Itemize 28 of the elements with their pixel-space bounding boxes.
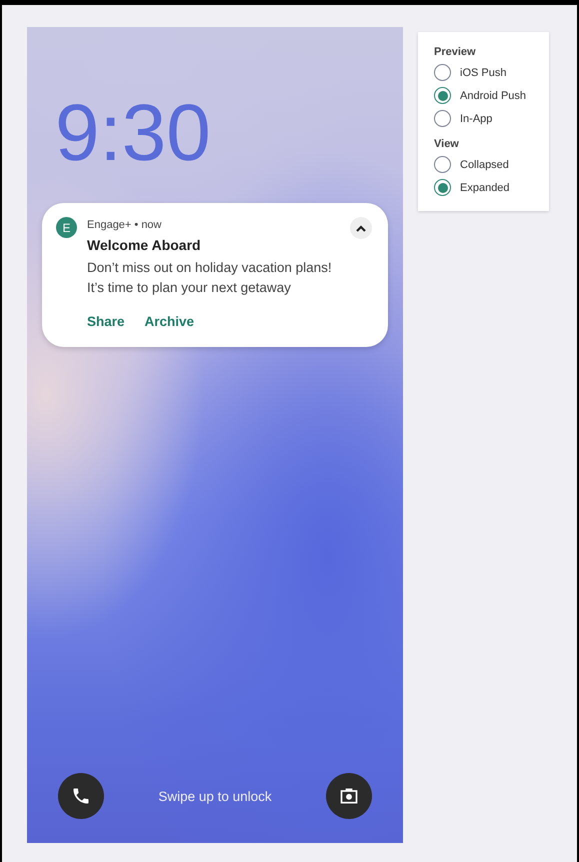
unlock-hint: Swipe up to unlock bbox=[158, 788, 272, 804]
radio-option[interactable]: iOS Push bbox=[434, 61, 537, 84]
chevron-icon bbox=[355, 224, 367, 232]
notification-title: Welcome Aboard bbox=[87, 237, 202, 253]
camera-button[interactable] bbox=[326, 773, 372, 819]
radio-option[interactable]: Android Push bbox=[434, 84, 537, 107]
notification-meta: Engage+ • now bbox=[87, 219, 162, 231]
camera-icon bbox=[338, 786, 359, 806]
group-heading: Preview bbox=[434, 46, 477, 58]
radio-icon[interactable] bbox=[434, 64, 451, 81]
notification-text: It’s time to plan your next getaway bbox=[87, 279, 292, 297]
app-avatar: E bbox=[56, 217, 77, 238]
action-button[interactable]: Archive bbox=[144, 314, 194, 329]
notification-card[interactable]: E Engage+ • now Welcome Aboard Don’t miss out on holiday vacation plans! It’s time to plan your next getaway Share Archive bbox=[42, 203, 388, 347]
radio-option[interactable]: Expanded bbox=[434, 176, 537, 199]
radio-option[interactable]: Collapsed bbox=[434, 153, 537, 176]
radio-icon[interactable] bbox=[434, 156, 451, 173]
radio-icon[interactable] bbox=[434, 179, 451, 196]
phone-button[interactable] bbox=[58, 773, 104, 819]
clock: 9:30 bbox=[55, 93, 211, 173]
notification-text: Don’t miss out on holiday vacation plans! bbox=[87, 259, 333, 277]
collapse-button[interactable] bbox=[350, 217, 372, 239]
radio-icon[interactable] bbox=[434, 87, 451, 104]
radio-option[interactable]: In-App bbox=[434, 107, 537, 130]
group-heading: View bbox=[434, 138, 460, 150]
action-button[interactable]: Share bbox=[87, 314, 125, 329]
radio-icon[interactable] bbox=[434, 110, 451, 127]
phone-icon bbox=[71, 786, 91, 806]
